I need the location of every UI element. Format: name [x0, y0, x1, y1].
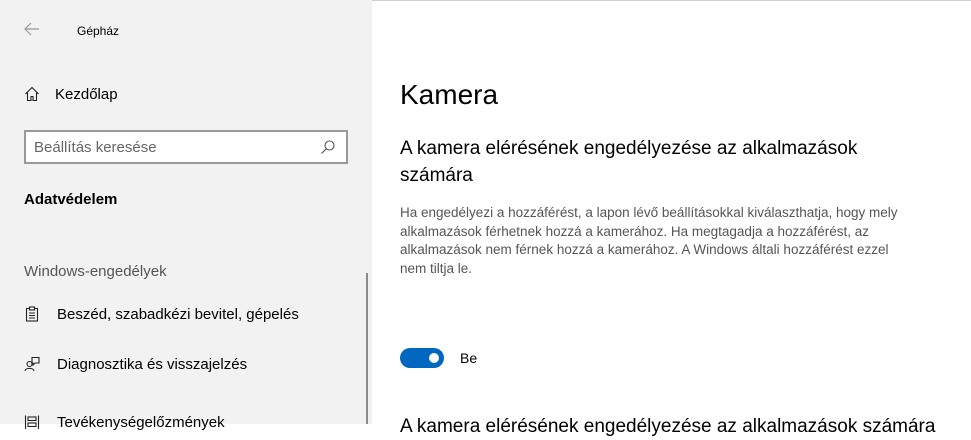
section-title: Adatvédelem	[24, 191, 118, 208]
sidebar-item-activity-history[interactable]: Tevékenységelőzmények	[24, 410, 225, 434]
back-arrow-icon	[24, 22, 39, 36]
back-button[interactable]	[24, 22, 44, 38]
section-description: Ha engedélyezi a hozzáférést, a lapon lé…	[400, 205, 898, 276]
camera-access-toggle[interactable]	[400, 348, 444, 368]
section-heading: A kamera elérésének engedélyezése az alk…	[400, 138, 858, 186]
sidebar-item-diagnostics[interactable]: Diagnosztika és visszajelzés	[24, 352, 247, 376]
app-title: Gépház	[77, 24, 120, 38]
sidebar-item-label: Diagnosztika és visszajelzés	[57, 355, 248, 373]
search-box[interactable]	[24, 130, 348, 164]
camera-access-toggle-row: Be	[400, 347, 477, 369]
search-input[interactable]	[26, 133, 320, 161]
search-icon[interactable]	[320, 139, 336, 155]
feedback-icon	[24, 356, 40, 372]
home-label: Kezdőlap	[55, 85, 118, 103]
toggle-knob	[429, 353, 439, 363]
sidebar-scrollbar[interactable]	[366, 273, 368, 424]
sidebar-item-label: Beszéd, szabadkézi bevitel, gépelés	[57, 305, 299, 323]
toggle-state-label: Be	[460, 350, 478, 366]
main-content: Kamera A kamera elérésének engedélyezése…	[372, 0, 971, 437]
section-heading-2: A kamera elérésének engedélyezése az alk…	[400, 416, 936, 437]
home-icon	[25, 86, 39, 102]
clipboard-icon	[25, 306, 39, 322]
sidebar-item-speech[interactable]: Beszéd, szabadkézi bevitel, gépelés	[24, 302, 299, 326]
home-nav-item[interactable]: Kezdőlap	[24, 82, 118, 106]
sidebar: Gépház Kezdőlap Adatvédelem Windows-enge…	[0, 0, 372, 431]
sidebar-item-label: Tevékenységelőzmények	[57, 413, 225, 431]
timeline-icon	[24, 415, 40, 429]
group-label: Windows-engedélyek	[24, 263, 167, 280]
title-bar: Gépház	[0, 0, 372, 56]
page-title: Kamera	[400, 79, 499, 110]
